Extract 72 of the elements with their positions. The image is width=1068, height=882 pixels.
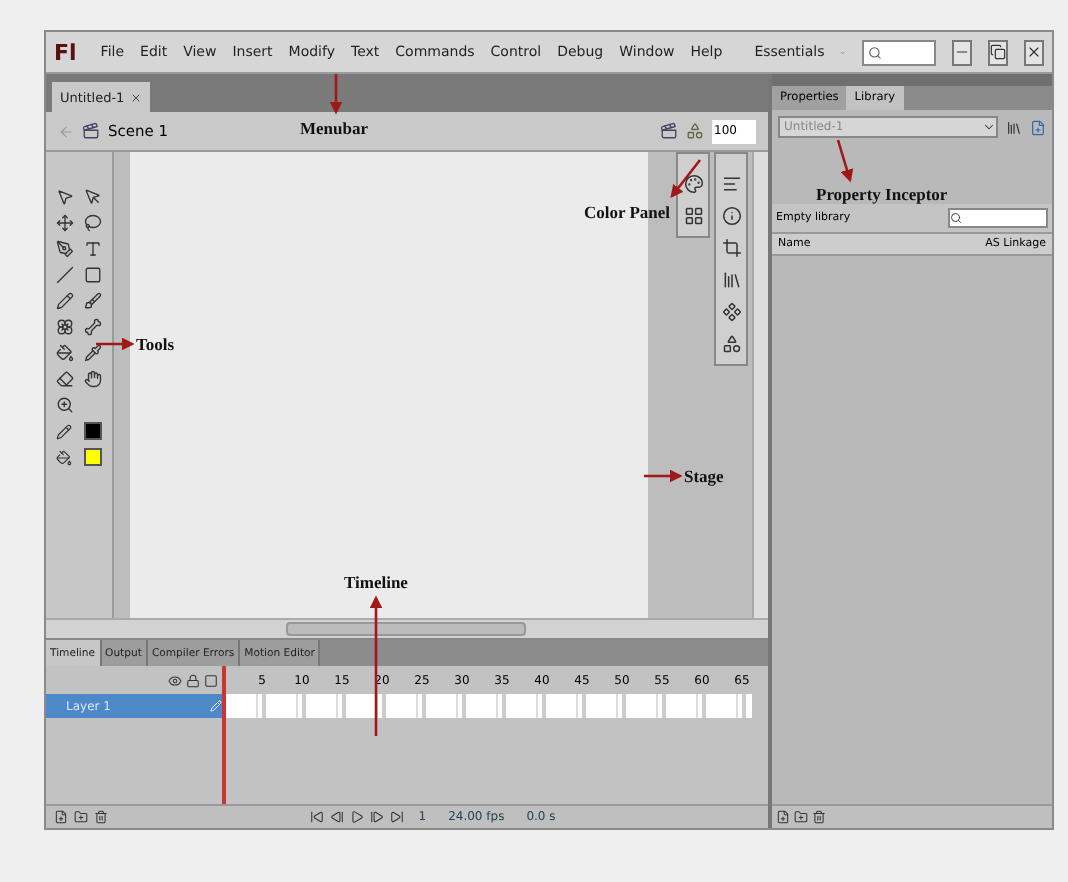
annotation-arrow	[836, 139, 854, 183]
paint-bucket-icon[interactable]	[55, 344, 74, 362]
delete-icon[interactable]	[94, 810, 108, 824]
annotation-arrow	[644, 469, 683, 483]
align-icon[interactable]	[721, 174, 741, 194]
delete-icon[interactable]	[812, 810, 826, 824]
step-forward-icon[interactable]	[370, 810, 385, 824]
restore-icon[interactable]	[990, 44, 1006, 60]
eraser-icon[interactable]	[55, 370, 74, 388]
scroll-thumb[interactable]	[286, 622, 526, 636]
shapes-icon[interactable]	[686, 122, 704, 140]
library-icon[interactable]	[721, 270, 741, 290]
fill-color-swatch[interactable]	[84, 448, 103, 466]
transform-icon[interactable]	[55, 214, 74, 232]
pencil-icon[interactable]	[55, 292, 74, 310]
outline-icon[interactable]	[204, 673, 218, 687]
lasso-icon[interactable]	[84, 214, 103, 232]
annotation-label: Menubar	[300, 118, 368, 138]
shapes-icon[interactable]	[721, 334, 741, 354]
dropdown-icon[interactable]	[982, 120, 996, 134]
close-icon[interactable]	[130, 91, 143, 103]
annotation-label: Property Inceptor	[816, 184, 948, 204]
rectangle-icon[interactable]	[84, 266, 103, 284]
pen-icon[interactable]	[55, 240, 74, 258]
annotation-arrow	[670, 159, 702, 199]
annotation-label: Timeline	[344, 572, 408, 592]
close-icon[interactable]	[1026, 44, 1042, 60]
selection-arrow-icon[interactable]	[55, 188, 74, 206]
annotation-label: Tools	[136, 334, 175, 354]
step-back-icon[interactable]	[330, 810, 345, 824]
info-icon[interactable]	[721, 206, 741, 226]
pointer-icon[interactable]	[84, 188, 103, 206]
skip-back-icon[interactable]	[310, 810, 325, 824]
clapperboard-icon[interactable]	[660, 122, 678, 140]
eyedropper-icon[interactable]	[84, 344, 103, 362]
annotation-arrow	[329, 74, 343, 115]
skip-forward-icon[interactable]	[390, 810, 405, 824]
library-search-field[interactable]	[948, 208, 1048, 228]
scroll-bar[interactable]	[752, 152, 768, 618]
new-folder-icon[interactable]	[74, 810, 88, 824]
play-icon[interactable]	[350, 810, 365, 824]
annotation-label: Color Panel	[584, 202, 671, 222]
stroke-color-swatch[interactable]	[84, 422, 103, 440]
palette-icon[interactable]	[683, 174, 703, 194]
crop-icon[interactable]	[721, 238, 741, 258]
close-button[interactable]	[1024, 39, 1044, 65]
clapperboard-icon[interactable]	[82, 122, 100, 140]
eye-icon[interactable]	[168, 673, 182, 687]
restore-button[interactable]	[988, 39, 1008, 65]
annotation-label: Stage	[684, 466, 724, 486]
hand-icon[interactable]	[84, 370, 103, 388]
line-icon[interactable]	[55, 266, 74, 284]
text-tool-icon[interactable]	[84, 240, 103, 258]
new-folder-icon[interactable]	[794, 810, 808, 824]
flower-icon[interactable]	[55, 318, 74, 336]
search-field[interactable]	[862, 39, 936, 65]
new-layer-icon[interactable]	[54, 810, 68, 824]
search-icon[interactable]	[950, 212, 962, 224]
lock-icon[interactable]	[186, 673, 200, 687]
app-logo: Fl	[54, 39, 77, 65]
search-icon[interactable]	[868, 45, 883, 59]
paint-bucket-icon[interactable]	[56, 449, 73, 465]
minimize-button[interactable]	[952, 39, 972, 65]
annotation-arrow	[96, 337, 135, 351]
new-symbol-icon[interactable]	[776, 810, 790, 824]
bone-icon[interactable]	[84, 318, 103, 336]
brush-icon[interactable]	[84, 292, 103, 310]
zoom-icon[interactable]	[55, 396, 74, 414]
component-icon[interactable]	[721, 302, 741, 322]
new-library-icon[interactable]	[1030, 119, 1046, 135]
pencil-icon[interactable]	[56, 423, 73, 439]
swatches-icon[interactable]	[683, 206, 703, 226]
